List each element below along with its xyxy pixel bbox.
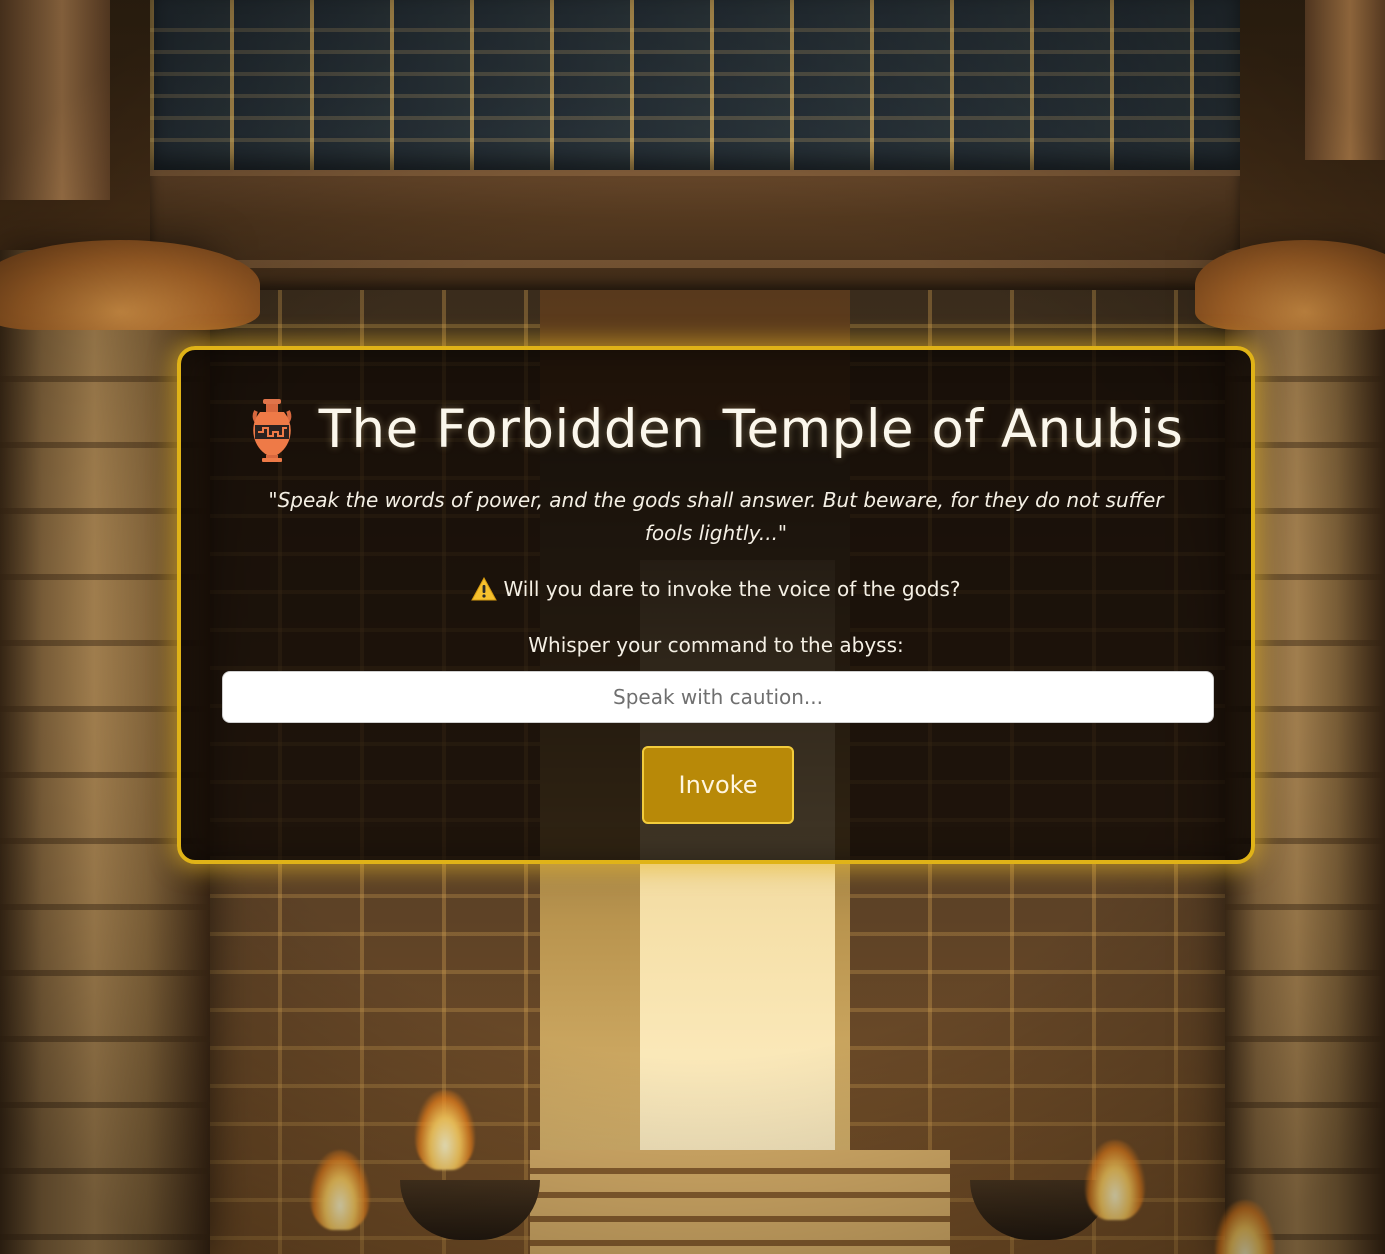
command-input[interactable] xyxy=(222,671,1214,723)
command-label: Whisper your command to the abyss: xyxy=(528,633,904,657)
title-row: The Forbidden Temple of Anubis xyxy=(181,396,1251,464)
invocation-panel: The Forbidden Temple of Anubis "Speak th… xyxy=(177,346,1255,864)
page-title: The Forbidden Temple of Anubis xyxy=(318,399,1184,460)
prophecy-quote: "Speak the words of power, and the gods … xyxy=(268,488,1164,545)
warning-message: Will you dare to invoke the voice of the… xyxy=(181,574,1251,604)
warning-text: Will you dare to invoke the voice of the… xyxy=(503,577,961,601)
amphora-icon xyxy=(249,397,295,463)
warning-icon xyxy=(471,576,498,601)
invoke-button[interactable]: Invoke xyxy=(642,746,794,824)
